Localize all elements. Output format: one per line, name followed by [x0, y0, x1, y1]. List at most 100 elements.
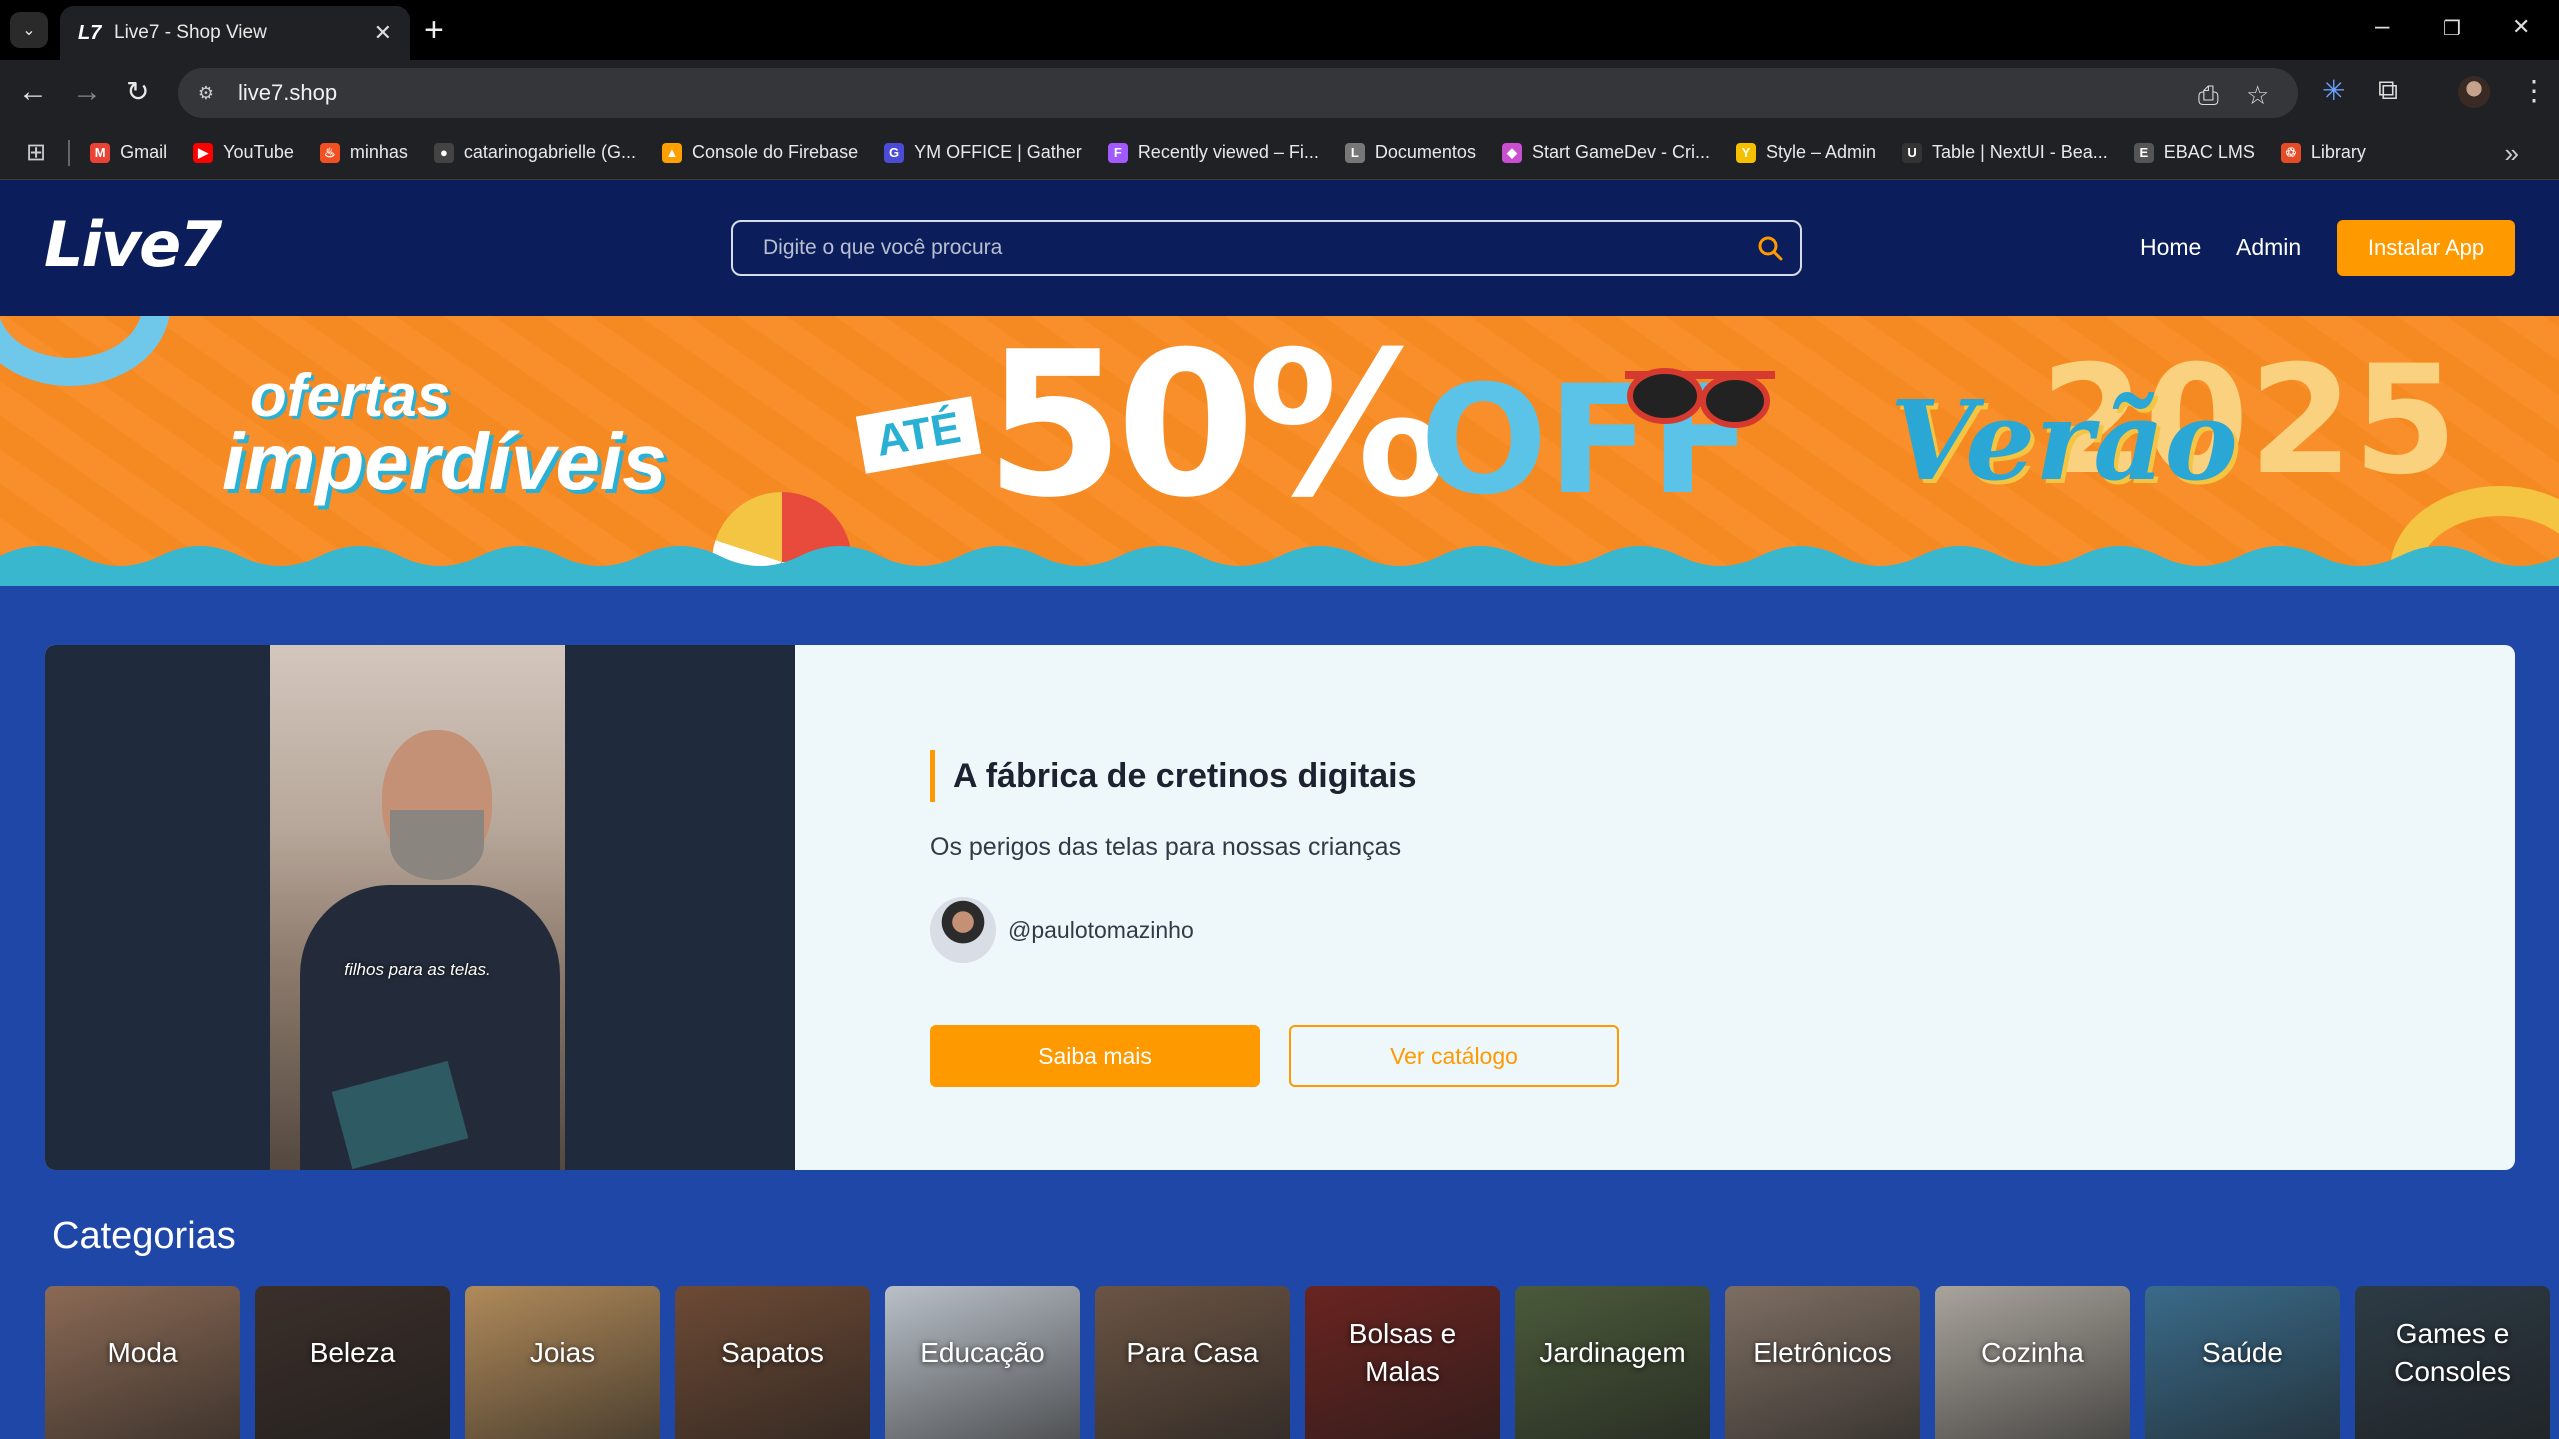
bookmark-item[interactable]: ● catarinogabrielle (G...	[433, 142, 636, 163]
bookmark-label: Recently viewed – Fi...	[1137, 142, 1319, 162]
reload-icon[interactable]: ↻	[126, 74, 149, 110]
bookmark-label: EBAC LMS	[2163, 142, 2255, 162]
nav-admin-link[interactable]: Admin	[2236, 234, 2301, 261]
author-avatar[interactable]	[930, 897, 996, 963]
author-handle[interactable]: @paulotomazinho	[1008, 917, 1194, 944]
apps-grid-icon[interactable]: ⊞	[26, 138, 46, 167]
category-card[interactable]: Eletrônicos	[1725, 1286, 1920, 1439]
nav-home-link[interactable]: Home	[2140, 234, 2201, 261]
video-thumbnail[interactable]: filhos para as telas.	[270, 645, 565, 1170]
window-close-icon[interactable]: ✕	[2512, 14, 2530, 40]
bookmark-label: Gmail	[120, 142, 168, 162]
category-card[interactable]: Joias	[465, 1286, 660, 1439]
category-card[interactable]: Saúde	[2145, 1286, 2340, 1439]
search-icon[interactable]	[1740, 222, 1800, 274]
profile-avatar[interactable]	[2458, 76, 2490, 108]
bookmark-item[interactable]: F Recently viewed – Fi...	[1107, 142, 1319, 163]
browser-menu-icon[interactable]: ⋮	[2520, 74, 2548, 107]
tab-search-button[interactable]: ⌄	[10, 12, 48, 48]
tab-close-icon[interactable]: ✕	[374, 20, 392, 46]
promo-banner[interactable]: ofertas imperdíveis ATÉ 50% OFF 2025 Ver…	[0, 316, 2559, 586]
bookmarks-separator	[68, 139, 71, 166]
banner-verao-text: Verão	[1890, 376, 2238, 505]
bookmark-item[interactable]: M Gmail	[90, 142, 167, 163]
live7-favicon-icon: L7	[78, 21, 102, 44]
banner-imperdiveis-text: imperdíveis	[222, 417, 667, 506]
categories-heading: Categorias	[52, 1215, 236, 1257]
extensions-puzzle-icon[interactable]: ⧉	[2378, 74, 2398, 107]
bookmark-item[interactable]: E EBAC LMS	[2133, 142, 2255, 163]
extension-sparkle-icon[interactable]: ✳	[2322, 74, 2345, 107]
bookmark-favicon-icon: ▲	[661, 142, 682, 163]
browser-tab-bar: ⌄ L7 Live7 - Shop View ✕ + – ❐ ✕	[0, 0, 2559, 60]
category-card[interactable]: Para Casa	[1095, 1286, 1290, 1439]
category-label: Joias	[529, 1337, 596, 1368]
bookmark-favicon-icon: ♲	[2280, 142, 2301, 163]
video-caption: filhos para as telas.	[344, 960, 491, 979]
sunglasses-icon	[1620, 351, 1780, 446]
bookmarks-overflow-icon[interactable]: »	[2505, 138, 2519, 169]
bookmark-item[interactable]: ▲ Console do Firebase	[661, 142, 859, 163]
new-tab-button[interactable]: +	[424, 10, 444, 50]
float-ring-blue	[0, 316, 170, 386]
category-card[interactable]: Games e Consoles	[2355, 1286, 2550, 1439]
bookmark-item[interactable]: G YM OFFICE | Gather	[884, 142, 1082, 163]
saiba-mais-button[interactable]: Saiba mais	[930, 1025, 1260, 1087]
address-bar[interactable]: ⚙ live7.shop ⎙ ☆	[178, 68, 2298, 118]
featured-title: A fábrica de cretinos digitais	[930, 750, 1417, 802]
bookmark-favicon-icon: E	[2133, 142, 2154, 163]
author-info[interactable]: @paulotomazinho	[930, 897, 1194, 963]
address-url[interactable]: live7.shop	[238, 80, 337, 106]
bookmark-item[interactable]: Y Style – Admin	[1735, 142, 1876, 163]
category-label: Para Casa	[1126, 1337, 1259, 1368]
browser-tab-active[interactable]: L7 Live7 - Shop View ✕	[60, 6, 410, 60]
bookmark-item[interactable]: ▶ YouTube	[193, 142, 294, 163]
category-card[interactable]: Moda	[45, 1286, 240, 1439]
bookmark-item[interactable]: L Documentos	[1344, 142, 1476, 163]
person-beard	[390, 810, 484, 880]
featured-subtitle: Os perigos das telas para nossas criança…	[930, 833, 1402, 861]
bookmark-item[interactable]: U Table | NextUI - Bea...	[1902, 142, 2108, 163]
bookmarks-bar: ⊞ M Gmail ▶ YouTube ♨ minhas ● catarinogabriell…	[0, 126, 2559, 180]
bookmark-item[interactable]: ♨ minhas	[319, 142, 408, 163]
category-card[interactable]: Bolsas e Malas	[1305, 1286, 1500, 1439]
bookmark-label: Console do Firebase	[691, 142, 859, 162]
site-info-icon[interactable]: ⚙	[188, 75, 224, 111]
bookmark-item[interactable]: ◆ Start GameDev - Cri...	[1501, 142, 1710, 163]
category-label: Saúde	[2202, 1337, 2283, 1368]
install-page-icon[interactable]: ⎙	[2198, 80, 2219, 112]
search-input[interactable]	[733, 222, 1740, 274]
bookmark-list: M Gmail ▶ YouTube ♨ minhas ● catarinogabrielle …	[90, 142, 2392, 163]
bookmark-favicon-icon: ♨	[319, 142, 340, 163]
video-player[interactable]: filhos para as telas.	[45, 645, 795, 1170]
category-card[interactable]: Sapatos	[675, 1286, 870, 1439]
minimize-icon[interactable]: –	[2375, 10, 2389, 41]
bookmark-label: Documentos	[1374, 142, 1476, 162]
category-label: Beleza	[309, 1337, 396, 1368]
site-header: Live7 Home Admin Instalar App	[0, 180, 2559, 316]
bookmark-favicon-icon: Y	[1735, 142, 1756, 163]
ver-catalogo-button[interactable]: Ver catálogo	[1289, 1025, 1619, 1087]
category-card[interactable]: Cozinha	[1935, 1286, 2130, 1439]
restore-icon[interactable]: ❐	[2443, 16, 2461, 41]
category-card[interactable]: Beleza	[255, 1286, 450, 1439]
category-label: Cozinha	[1981, 1337, 2084, 1368]
category-label: Eletrônicos	[1753, 1337, 1892, 1368]
category-card[interactable]: Educação	[885, 1286, 1080, 1439]
bookmark-label: YM OFFICE | Gather	[914, 142, 1082, 162]
category-card[interactable]: Jardinagem	[1515, 1286, 1710, 1439]
forward-arrow-icon[interactable]: →	[72, 74, 102, 110]
back-arrow-icon[interactable]: ←	[18, 74, 48, 110]
banner-wave	[0, 546, 2559, 586]
bookmark-label: catarinogabrielle (G...	[463, 142, 636, 162]
site-logo[interactable]: Live7	[44, 208, 222, 281]
bookmark-label: minhas	[349, 142, 408, 162]
bookmark-star-icon[interactable]: ☆	[2246, 80, 2269, 111]
browser-toolbar: ← → ↻ ⚙ live7.shop ⎙ ☆ ✳ ⧉ ⋮	[0, 60, 2559, 126]
categories-row: Moda Beleza Joias Sapatos Educação Para Casa B…	[45, 1286, 2559, 1439]
bookmark-favicon-icon: F	[1107, 142, 1128, 163]
featured-card: filhos para as telas. A fábrica de creti…	[45, 645, 2515, 1170]
bookmark-label: Library	[2310, 142, 2366, 162]
bookmark-item[interactable]: ♲ Library	[2280, 142, 2366, 163]
install-app-button[interactable]: Instalar App	[2337, 220, 2515, 276]
